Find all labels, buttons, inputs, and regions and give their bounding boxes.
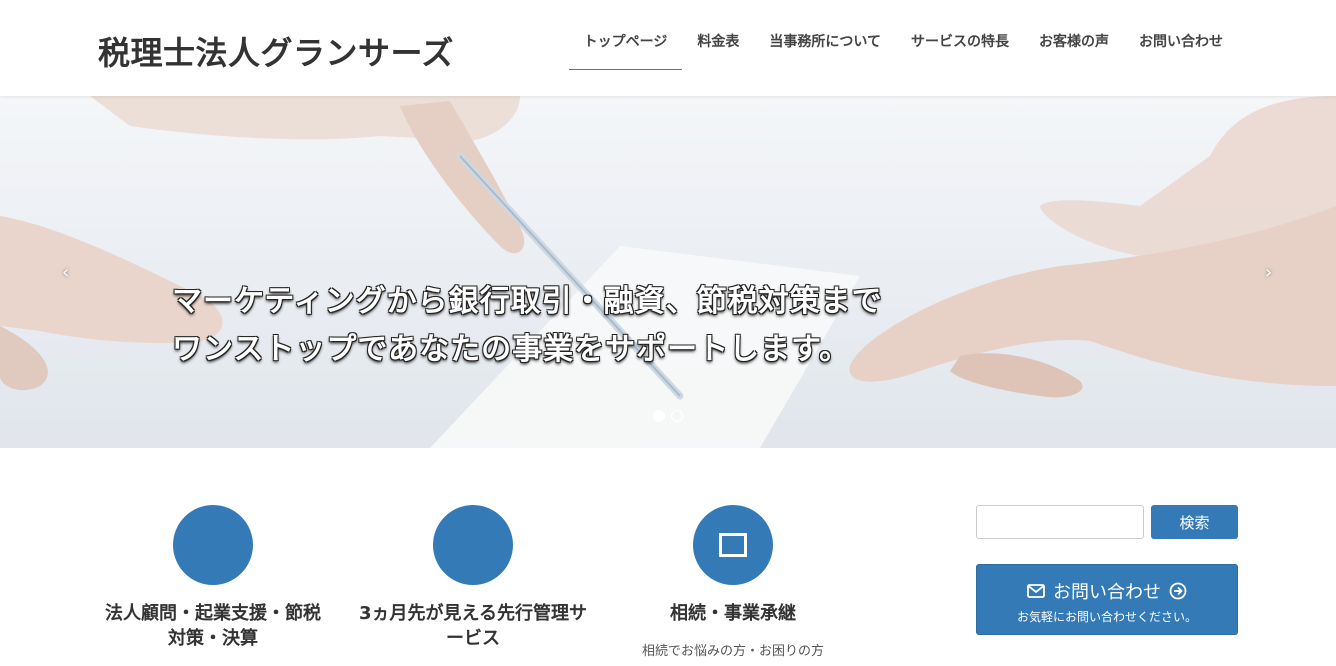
carousel-indicators [653,410,683,422]
contact-label: お問い合わせ [1053,582,1161,603]
search-button[interactable]: 検索 [1151,505,1238,539]
envelope-icon [1027,584,1045,598]
main-nav: トップページ 料金表 当事務所について サービスの特長 お客様の声 お問い合わせ [568,24,1238,70]
nav-item-testimonials[interactable]: お客様の声 [1024,24,1124,70]
arrow-circle-right-icon [1169,582,1187,600]
carousel-next-icon[interactable]: › [1265,262,1272,283]
hero-photo [0,96,1336,448]
site-logo-title[interactable]: 税理士法人グランサーズ [98,28,454,74]
service-title[interactable]: 法人顧問・起業支援・節税 対策・決算 [83,601,343,651]
nav-item-pricing[interactable]: 料金表 [682,24,754,70]
square-icon [693,505,773,585]
nav-item-about[interactable]: 当事務所について [754,24,896,70]
blank-circle-icon [173,505,253,585]
service-card-inheritance: 相続・事業承継 相続でお悩みの方・お困りの方 [603,505,863,662]
contact-subtext: お気軽にお問い合わせください。 [1016,610,1197,624]
service-title[interactable]: 相続・事業承継 [603,601,863,626]
service-title[interactable]: 3ヵ月先が見える先行管理サ ービス [343,601,603,651]
nav-item-features[interactable]: サービスの特長 [896,24,1024,70]
site-header: 税理士法人グランサーズ トップページ 料金表 当事務所について サービスの特長 … [0,0,1336,96]
nav-item-top[interactable]: トップページ [568,24,683,70]
hero-carousel: ‹ › マーケティングから銀行取引・融資、節税対策まで ワンストップであなたの事… [0,96,1336,448]
carousel-dot-1[interactable] [653,410,665,422]
hero-caption: マーケティングから銀行取引・融資、節税対策まで ワンストップであなたの事業をサポ… [172,278,883,374]
nav-item-contact[interactable]: お問い合わせ [1124,24,1238,70]
hero-caption-line2: ワンストップであなたの事業をサポートします。 [172,332,851,367]
hero-caption-line1: マーケティングから銀行取引・融資、節税対策まで [172,284,883,319]
search-input[interactable] [976,505,1144,539]
contact-main-row: お問い合わせ [977,578,1237,604]
contact-button[interactable]: お問い合わせ お気軽にお問い合わせください。 [976,564,1238,635]
service-card-management: 3ヵ月先が見える先行管理サ ービス [343,505,603,651]
service-card-corporate: 法人顧問・起業支援・節税 対策・決算 [83,505,343,651]
carousel-prev-icon[interactable]: ‹ [62,262,69,283]
blank-circle-icon [433,505,513,585]
service-description: 相続でお悩みの方・お困りの方 [641,644,824,659]
carousel-dot-2[interactable] [671,410,683,422]
